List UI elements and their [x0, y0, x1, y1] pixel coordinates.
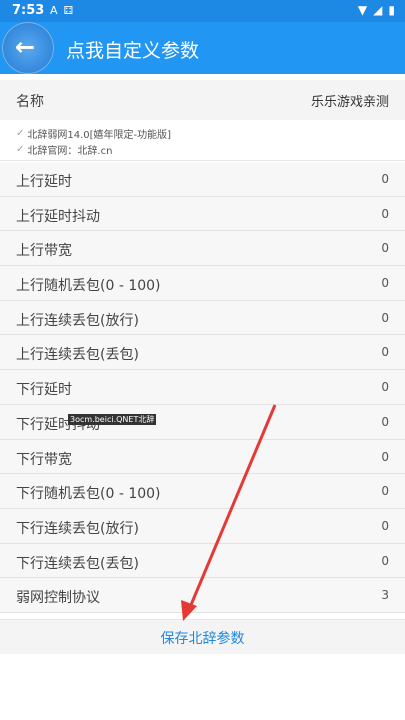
param-label: 上行连续丢包(放行)	[16, 312, 139, 329]
notification-dice-icon: ⚃	[63, 4, 74, 17]
page-title: 点我自定义参数	[66, 40, 200, 62]
param-value: 0	[381, 206, 389, 221]
battery-icon: ▮	[388, 3, 395, 17]
param-value: 0	[381, 449, 389, 464]
name-row[interactable]: 名称 乐乐游戏亲测	[0, 80, 405, 121]
param-row[interactable]: 上行带宽 0	[0, 231, 405, 267]
param-value: 0	[381, 241, 389, 256]
info-line: ✓ 北辞弱网14.0[嬉年限定-功能版]	[16, 126, 171, 141]
notification-icons: A ⚃	[50, 4, 73, 17]
wifi-icon: ▼	[357, 3, 368, 17]
info-website-text: 北辞官网：北辞.cn	[27, 146, 113, 157]
system-icons: ▼ ◢ ▮	[358, 3, 395, 17]
param-row[interactable]: 下行连续丢包(丢包) 0	[0, 543, 405, 579]
param-row[interactable]: 下行连续丢包(放行) 0	[0, 508, 405, 544]
check-icon: ✓	[16, 144, 25, 155]
param-label: 上行随机丢包(0 - 100)	[16, 278, 161, 295]
param-value: 0	[381, 276, 389, 291]
param-label: 下行连续丢包(丢包)	[16, 555, 139, 572]
param-label: 下行连续丢包(放行)	[16, 520, 139, 537]
param-list: 上行延时 0 上行延时抖动 0 上行带宽 0 上行随机丢包(0 - 100) 0 上行连续丢包(…	[0, 162, 405, 613]
param-label: 上行连续丢包(丢包)	[16, 347, 139, 364]
param-label: 上行延时	[16, 174, 72, 190]
param-row[interactable]: 上行随机丢包(0 - 100) 0	[0, 266, 405, 301]
param-value: 0	[381, 518, 389, 533]
info-line: ✓ 北辞官网：北辞.cn	[16, 142, 112, 157]
param-value: 0	[381, 172, 389, 186]
param-label: 上行延时抖动	[16, 208, 100, 225]
param-row[interactable]: 下行延时 0	[0, 370, 405, 405]
watermark-text: 3ocm.beici.QNET北辞	[68, 414, 157, 425]
param-label: 下行带宽	[16, 451, 72, 468]
param-row[interactable]: 弱网控制协议 3	[0, 578, 405, 613]
info-block: ✓ 北辞弱网14.0[嬉年限定-功能版] ✓ 北辞官网：北辞.cn	[0, 120, 405, 161]
param-label: 上行带宽	[16, 243, 72, 260]
param-value: 3	[381, 588, 389, 603]
status-bar: 7:53 A ⚃ ▼ ◢ ▮	[0, 0, 405, 22]
param-value: 0	[381, 310, 389, 325]
param-row[interactable]: 上行连续丢包(放行) 0	[0, 300, 405, 336]
save-params-label: 保存北辞参数	[160, 631, 245, 647]
param-value: 0	[381, 553, 389, 568]
info-version-text: 北辞弱网14.0[嬉年限定-功能版]	[27, 130, 172, 141]
param-row[interactable]: 下行延时抖动 0	[0, 404, 405, 440]
status-time: 7:53	[12, 3, 45, 18]
app-bar: ← 点我自定义参数	[0, 22, 405, 74]
param-row[interactable]: 下行随机丢包(0 - 100) 0	[0, 474, 405, 509]
signal-icon: ◢	[373, 3, 383, 17]
save-params-button[interactable]: 保存北辞参数	[0, 619, 405, 654]
param-value: 0	[381, 484, 389, 499]
check-icon: ✓	[16, 128, 25, 139]
name-label: 名称	[16, 94, 44, 110]
param-row[interactable]: 下行带宽 0	[0, 439, 405, 475]
param-label: 下行随机丢包(0 - 100)	[16, 486, 161, 503]
param-label: 下行延时	[16, 382, 72, 399]
param-value: 0	[381, 414, 389, 429]
param-value: 0	[381, 345, 389, 360]
param-label: 弱网控制协议	[16, 590, 100, 607]
param-row[interactable]: 上行延时 0	[0, 162, 405, 197]
param-value: 0	[381, 380, 389, 395]
notification-a-icon: A	[50, 4, 58, 17]
param-row[interactable]: 上行延时抖动 0	[0, 196, 405, 232]
name-value: 乐乐游戏亲测	[310, 95, 389, 110]
back-arrow-icon[interactable]: ←	[12, 34, 38, 60]
param-row[interactable]: 上行连续丢包(丢包) 0	[0, 335, 405, 371]
